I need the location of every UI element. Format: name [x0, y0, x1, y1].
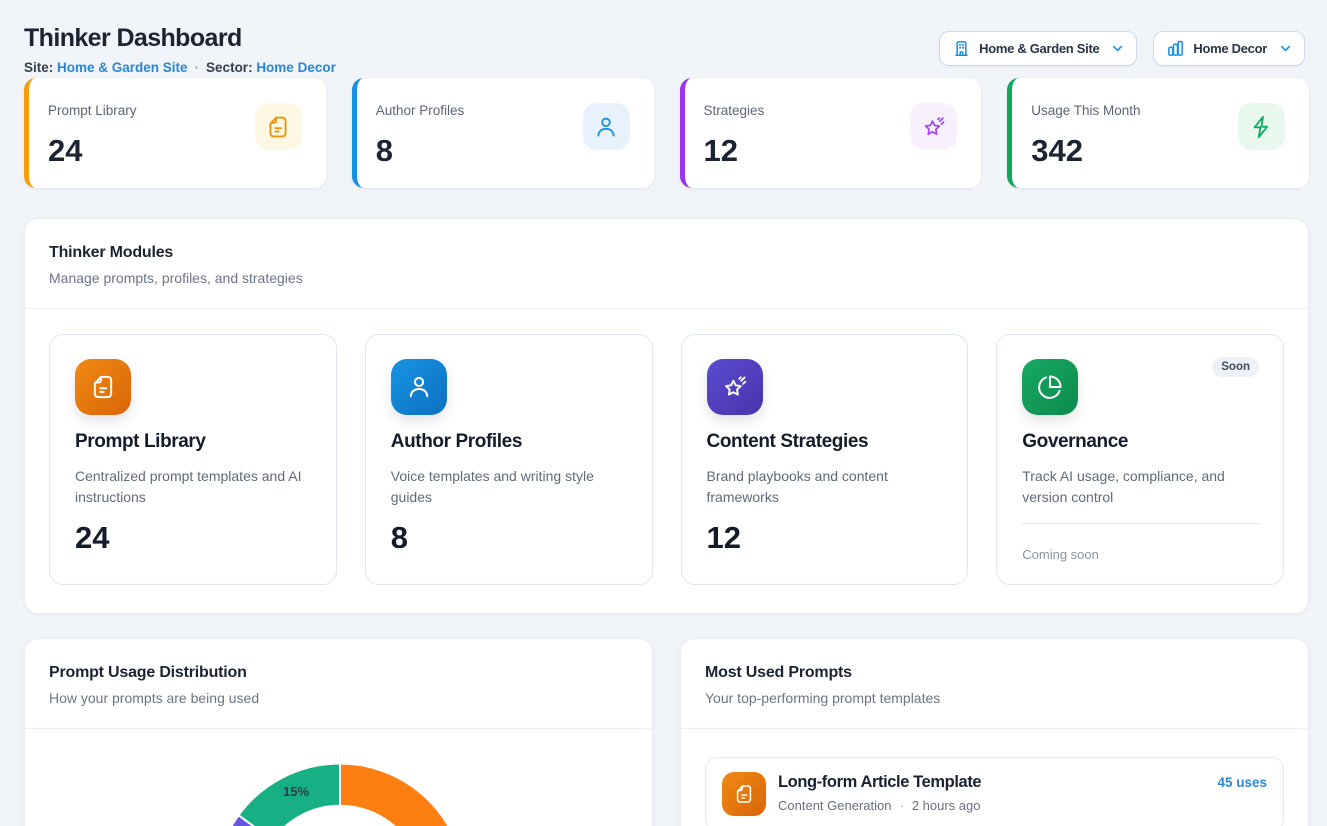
svg-text:15%: 15%: [283, 784, 309, 799]
